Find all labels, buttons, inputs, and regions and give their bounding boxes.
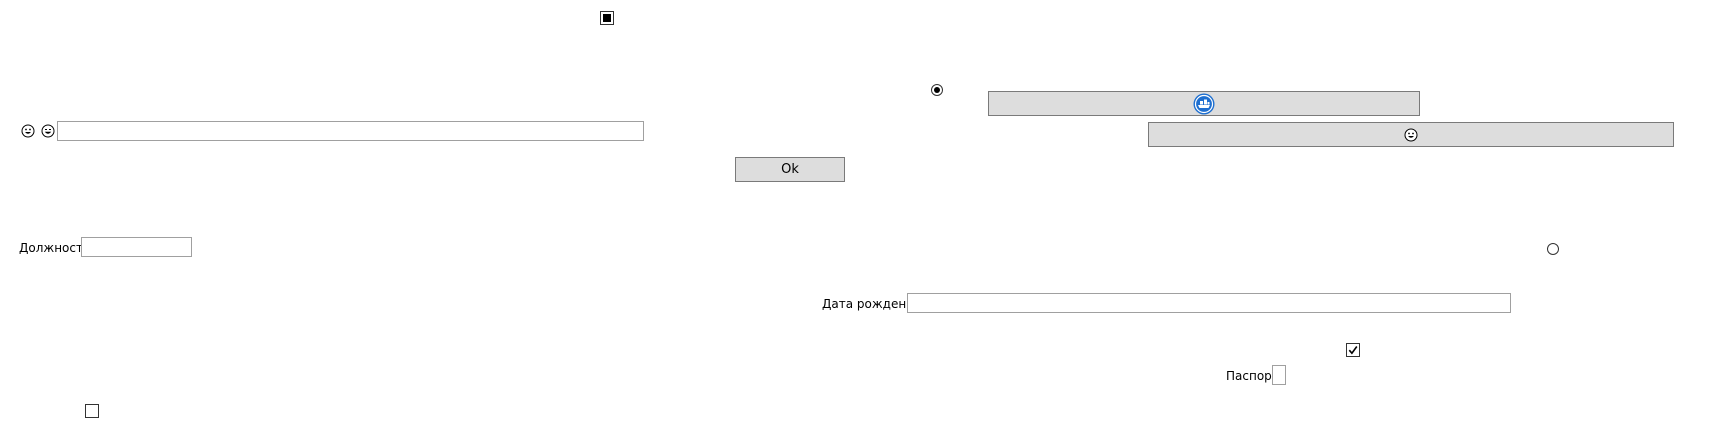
position-input[interactable] — [81, 237, 192, 257]
emoji-button[interactable] — [1148, 122, 1674, 147]
top-checkbox[interactable] — [600, 11, 614, 25]
top-text-input[interactable] — [57, 121, 644, 141]
birth-date-input[interactable] — [907, 293, 1511, 313]
smiling-face-icon — [41, 124, 55, 138]
grinning-face-icon — [21, 124, 35, 138]
ok-button[interactable]: Ok — [735, 157, 845, 182]
middle-right-checkbox[interactable] — [1346, 343, 1360, 357]
check-mark-icon — [1348, 346, 1358, 355]
right-radio[interactable] — [1547, 243, 1559, 255]
radio-dot — [934, 87, 940, 93]
position-label: Должность — [19, 241, 91, 255]
passport-input[interactable] — [1272, 365, 1286, 385]
checkbox-indeterminate-mark — [603, 14, 611, 22]
ship-logo-icon — [1193, 93, 1215, 114]
passport-label: Паспорт — [1226, 369, 1279, 383]
top-radio[interactable] — [931, 84, 943, 96]
logo-button[interactable] — [988, 91, 1420, 116]
bottom-left-checkbox[interactable] — [85, 404, 99, 418]
grinning-face-icon — [1404, 128, 1418, 141]
